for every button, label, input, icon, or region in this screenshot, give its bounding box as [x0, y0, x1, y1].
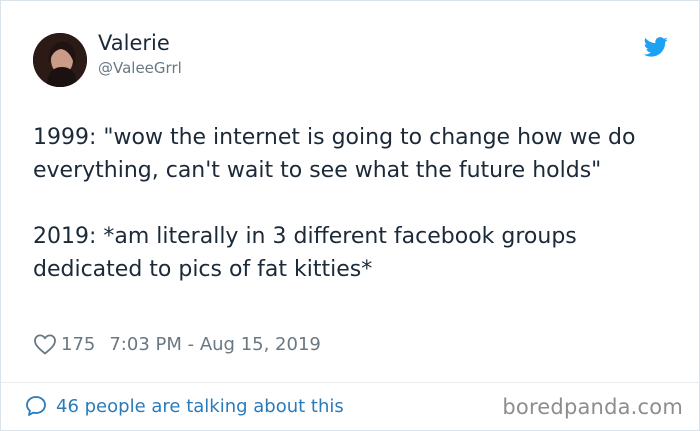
tweet-card: Valerie @ValeeGrrl 1999: "wow the intern…: [0, 0, 700, 431]
tweet-text: 1999: "wow the internet is going to chan…: [33, 125, 636, 282]
avatar-image: [33, 33, 87, 87]
conversation-link[interactable]: 46 people are talking about this: [24, 394, 344, 418]
like-count[interactable]: 175: [61, 334, 95, 355]
speech-bubble-icon: [26, 396, 46, 416]
tweet-timestamp[interactable]: 7:03 PM - Aug 15, 2019: [109, 334, 321, 355]
talking-count-label: 46 people are talking about this: [56, 395, 344, 417]
watermark: boredpanda.com: [502, 395, 683, 419]
avatar[interactable]: [33, 33, 87, 87]
heart-icon[interactable]: [33, 333, 57, 355]
twitter-bird-icon[interactable]: [644, 37, 668, 57]
display-name[interactable]: Valerie: [98, 33, 170, 54]
tweet-meta: 175 7:03 PM - Aug 15, 2019: [33, 331, 321, 357]
divider: [1, 382, 699, 383]
user-handle[interactable]: @ValeeGrrl: [98, 61, 182, 76]
